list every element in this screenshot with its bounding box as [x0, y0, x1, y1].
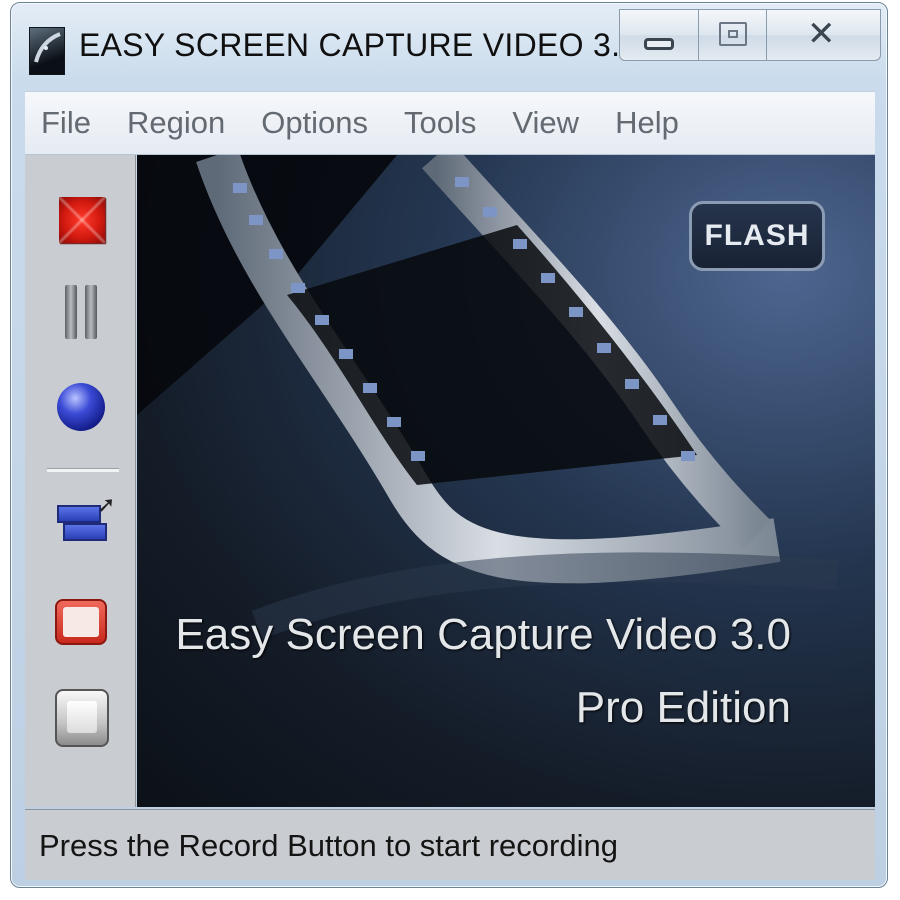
menu-bar: File Region Options Tools View Help — [25, 91, 875, 155]
status-text: Press the Record Button to start recordi… — [39, 828, 618, 863]
menu-help[interactable]: Help — [615, 92, 679, 154]
splash-panel: FLASH Easy Screen Capture Video 3.0 Pro … — [137, 155, 875, 807]
minimize-icon — [644, 38, 674, 50]
close-button[interactable]: ✕ — [767, 9, 881, 61]
splash-edition: Pro Edition — [575, 683, 791, 732]
window-title: EASY SCREEN CAPTURE VIDEO 3.0 — [79, 27, 639, 63]
record-button[interactable] — [25, 373, 135, 453]
splash-headline: Easy Screen Capture Video 3.0 — [175, 610, 791, 659]
maximize-button[interactable] — [699, 9, 767, 61]
menu-view[interactable]: View — [512, 92, 579, 154]
pause-button[interactable] — [25, 275, 135, 355]
stop-button[interactable] — [25, 183, 135, 263]
square-button[interactable] — [25, 679, 135, 759]
menu-region[interactable]: Region — [127, 92, 225, 154]
menu-tools[interactable]: Tools — [404, 92, 476, 154]
record-badge-icon — [55, 599, 107, 645]
film-reel-icon[interactable] — [29, 27, 65, 75]
flash-badge: FLASH — [689, 201, 825, 271]
record-icon — [57, 383, 105, 431]
menu-file[interactable]: File — [41, 92, 91, 154]
select-region-button[interactable]: ➚ — [25, 491, 135, 571]
close-icon: ✕ — [807, 15, 836, 53]
tool-sidebar: ➚ — [25, 155, 136, 807]
status-bar: Press the Record Button to start recordi… — [25, 809, 875, 880]
recording-options-button[interactable] — [25, 591, 135, 671]
square-button-icon — [55, 689, 109, 747]
maximize-icon — [719, 22, 747, 46]
menu-options[interactable]: Options — [261, 92, 368, 154]
toolbar-divider — [47, 468, 119, 472]
minimize-button[interactable] — [619, 9, 699, 61]
window-controls: ✕ — [619, 9, 881, 61]
title-bar[interactable]: EASY SCREEN CAPTURE VIDEO 3.0 ✕ — [11, 3, 887, 89]
app-window: EASY SCREEN CAPTURE VIDEO 3.0 ✕ File Reg… — [10, 2, 888, 888]
stop-icon — [59, 197, 105, 243]
